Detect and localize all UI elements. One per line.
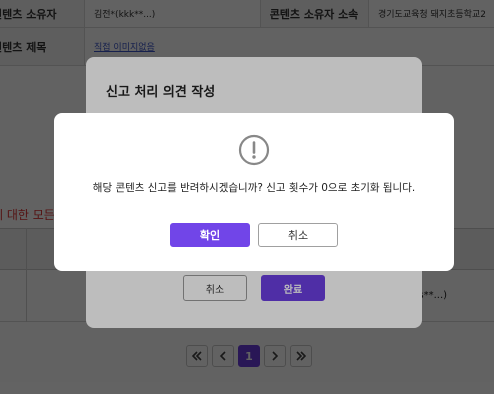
confirm-cancel-button[interactable]: 취소 <box>258 223 338 247</box>
confirm-message: 해당 콘텐츠 신고를 반려하시겠습니까? 신고 횟수가 0으로 초기화 됩니다. <box>92 182 416 194</box>
confirm-dialog: 해당 콘텐츠 신고를 반려하시겠습니까? 신고 횟수가 0으로 초기화 됩니다.… <box>54 113 454 271</box>
exclamation-circle-icon <box>238 134 270 166</box>
confirm-actions: 확인 취소 <box>54 223 454 247</box>
confirm-ok-button[interactable]: 확인 <box>170 223 250 247</box>
